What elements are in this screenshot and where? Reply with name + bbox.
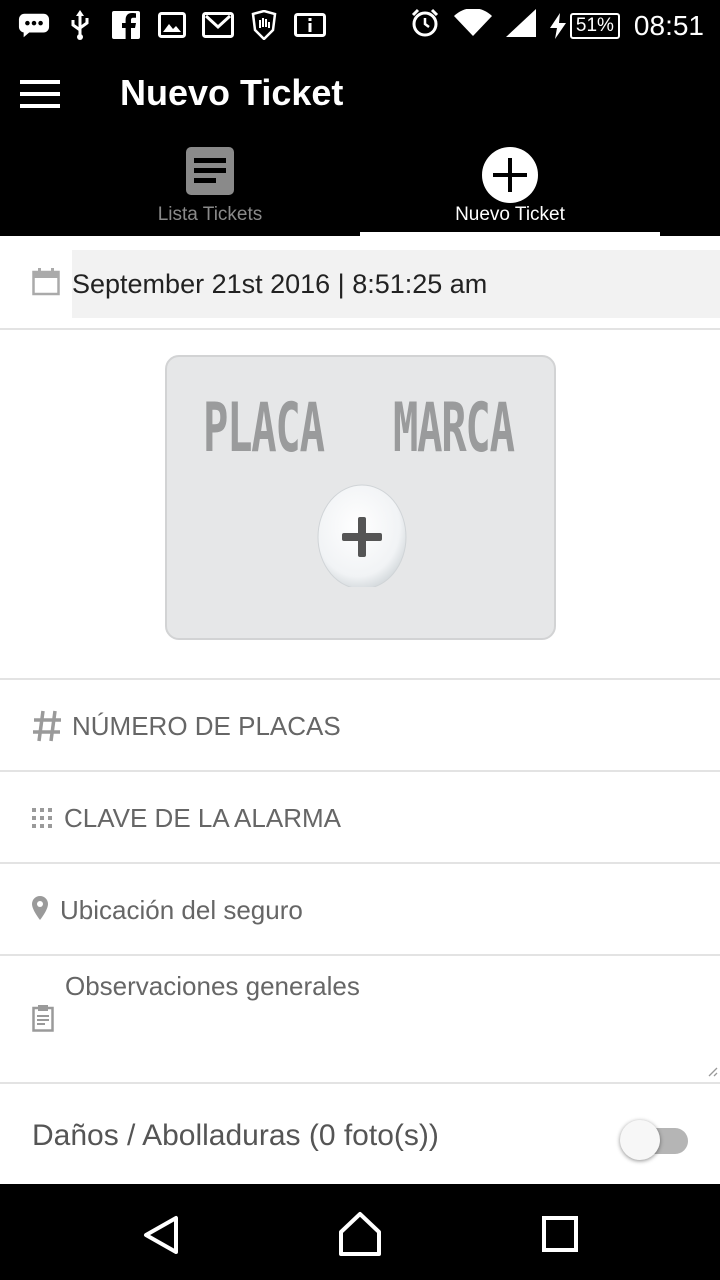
plate-photo-section: PLACA MARCA bbox=[0, 330, 720, 680]
add-plate-photo-button[interactable]: PLACA MARCA bbox=[165, 355, 556, 640]
calendar-icon bbox=[32, 268, 60, 301]
clock: 08:51 bbox=[633, 9, 704, 41]
resize-handle-icon[interactable] bbox=[706, 1064, 718, 1082]
keypad-icon bbox=[32, 808, 52, 833]
status-bar: 51% 08:51 bbox=[0, 0, 720, 50]
observations-row[interactable]: Observaciones generales bbox=[0, 956, 720, 1084]
system-status: 51% 08:51 bbox=[410, 8, 704, 43]
list-icon bbox=[185, 146, 235, 201]
app-bar: Nuevo Ticket Lista Tickets Nuevo Ticket bbox=[0, 50, 720, 236]
charging-icon bbox=[549, 12, 566, 39]
info-icon bbox=[294, 10, 326, 40]
battery-percent: 51% bbox=[569, 12, 620, 39]
damage-row: Daños / Abolladuras (0 foto(s)) bbox=[0, 1084, 720, 1184]
tab-bar: Lista Tickets Nuevo Ticket bbox=[60, 138, 660, 236]
message-icon bbox=[18, 10, 50, 40]
observations-textarea[interactable]: Observaciones generales bbox=[65, 956, 360, 1016]
signal-icon bbox=[505, 9, 536, 42]
damage-label: Daños / Abolladuras (0 foto(s)) bbox=[32, 1119, 439, 1152]
facebook-icon bbox=[110, 10, 142, 40]
plate-label: PLACA bbox=[203, 389, 325, 468]
add-circle-icon bbox=[481, 146, 539, 209]
alarm-code-input[interactable]: CLAVE DE LA ALARMA bbox=[64, 772, 341, 864]
notification-icons bbox=[18, 10, 326, 40]
usb-icon bbox=[64, 10, 96, 40]
clipboard-icon bbox=[32, 1004, 54, 1037]
plates-number-row[interactable]: NÚMERO DE PLACAS bbox=[0, 680, 720, 772]
system-nav-bar bbox=[0, 1184, 720, 1280]
battery-indicator: 51% bbox=[549, 12, 620, 39]
add-icon bbox=[317, 479, 407, 590]
menu-icon[interactable] bbox=[20, 80, 60, 108]
home-icon[interactable] bbox=[335, 1210, 385, 1260]
location-pin-icon bbox=[32, 896, 48, 925]
tab-nuevo-ticket[interactable]: Nuevo Ticket bbox=[360, 138, 660, 236]
hand-icon bbox=[248, 10, 280, 40]
location-row[interactable]: Ubicación del seguro bbox=[0, 864, 720, 956]
brand-label: MARCA bbox=[393, 389, 515, 468]
alarm-code-row[interactable]: CLAVE DE LA ALARMA bbox=[0, 772, 720, 864]
image-icon bbox=[156, 10, 188, 40]
tab-label: Lista Tickets bbox=[157, 204, 263, 225]
date-row: September 21st 2016 | 8:51:25 am bbox=[0, 236, 720, 330]
location-input[interactable]: Ubicación del seguro bbox=[60, 864, 303, 956]
toggle-thumb bbox=[620, 1120, 660, 1160]
tab-label: Nuevo Ticket bbox=[455, 204, 565, 225]
hash-icon bbox=[32, 710, 62, 747]
back-icon[interactable] bbox=[138, 1210, 188, 1260]
page-title: Nuevo Ticket bbox=[120, 72, 344, 113]
alarm-icon bbox=[410, 8, 440, 43]
date-time-field[interactable]: September 21st 2016 | 8:51:25 am bbox=[72, 250, 720, 318]
recents-icon[interactable] bbox=[536, 1210, 586, 1260]
wifi-icon bbox=[453, 8, 492, 42]
plates-number-input[interactable]: NÚMERO DE PLACAS bbox=[72, 680, 341, 772]
gmail-icon bbox=[202, 10, 234, 40]
damage-toggle[interactable] bbox=[620, 1118, 690, 1160]
tab-lista-tickets[interactable]: Lista Tickets bbox=[60, 138, 360, 236]
